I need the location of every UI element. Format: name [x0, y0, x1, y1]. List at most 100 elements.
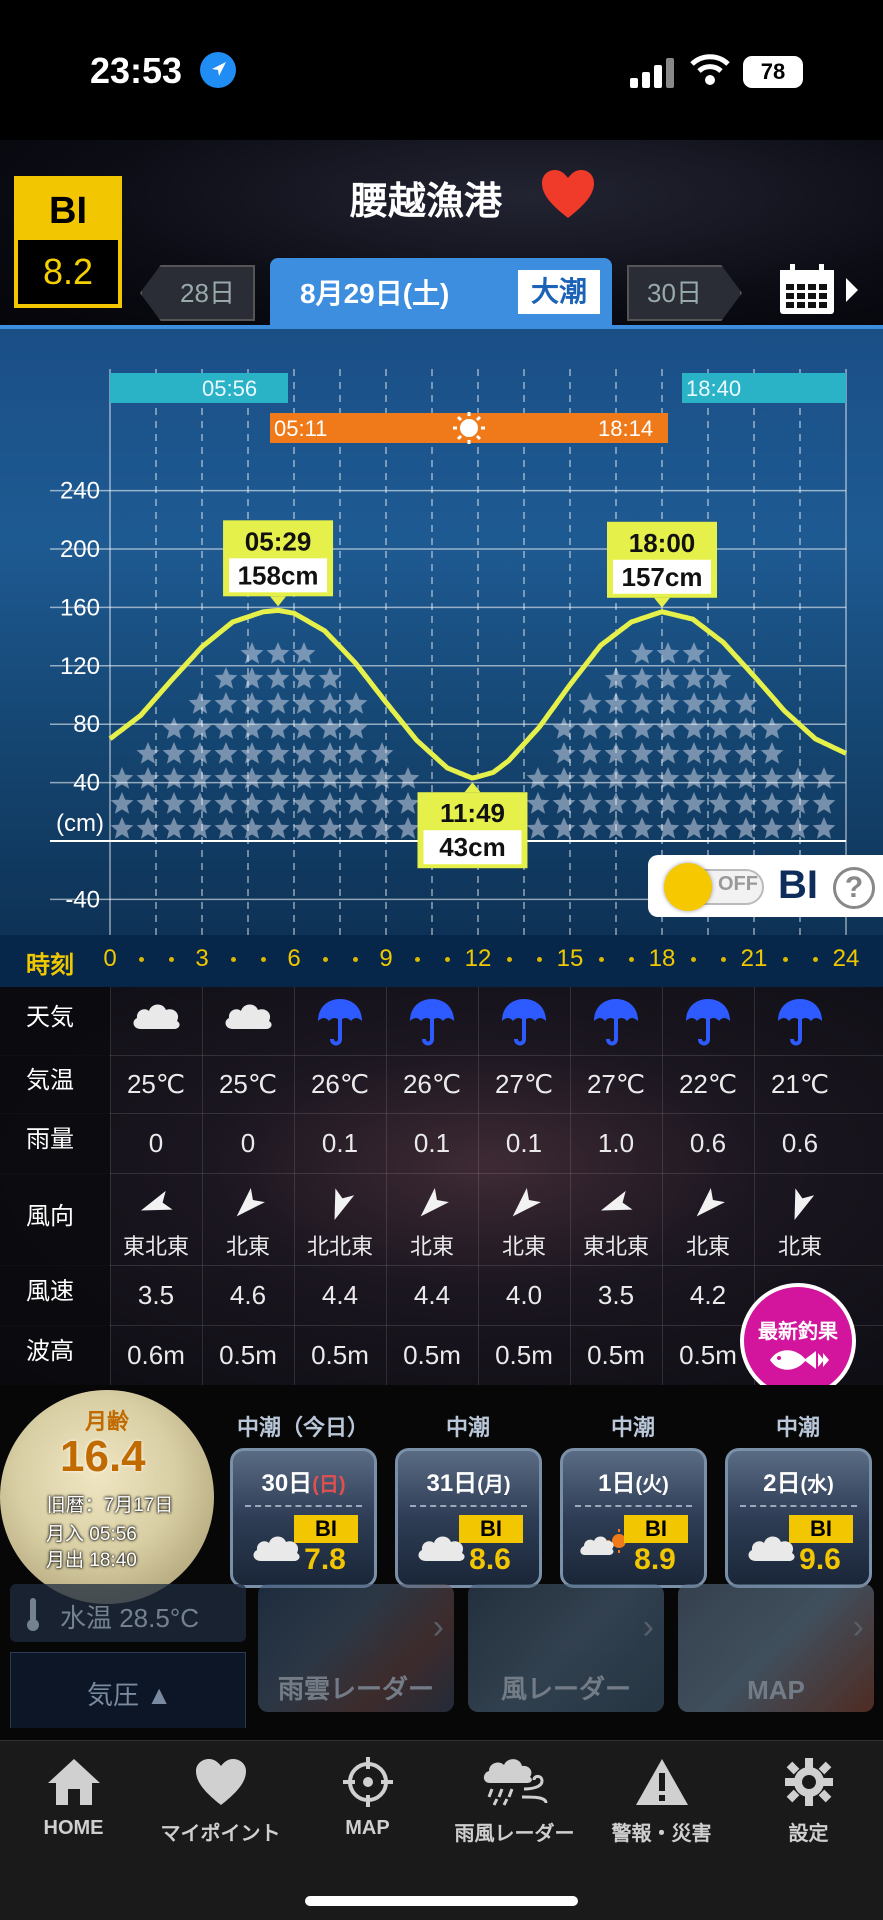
- forecast-weekday: (月): [477, 1474, 511, 1496]
- umbrella-icon: [386, 987, 477, 1055]
- tab-home[interactable]: HOME: [0, 1757, 147, 1840]
- bi-star: [188, 692, 212, 714]
- bi-star: [188, 767, 212, 789]
- bi-star: [240, 792, 264, 814]
- wind-arrow-icon: [140, 1190, 173, 1211]
- hour-tick-dot: [782, 957, 788, 962]
- bi-star: [370, 742, 394, 764]
- bi-star: [656, 817, 680, 839]
- hour-tick-dot: [353, 957, 359, 962]
- bi-star: [318, 792, 342, 814]
- callout-height: 43cm: [439, 832, 506, 862]
- forecast-bi-value: 8.6: [469, 1543, 511, 1576]
- rain-radar-tile[interactable]: › 雨雲レーダー: [258, 1584, 454, 1712]
- bi-star: [344, 792, 368, 814]
- calendar-icon[interactable]: [778, 262, 836, 316]
- toggle-knob[interactable]: [664, 863, 712, 911]
- next-day-button[interactable]: 30日: [627, 265, 742, 321]
- tab-rain-wind[interactable]: 雨風レーダー: [441, 1757, 588, 1846]
- cloud-icon: [202, 987, 293, 1055]
- bi-star: [240, 667, 264, 689]
- help-icon[interactable]: ?: [833, 867, 875, 909]
- latest-catch-button[interactable]: 最新釣果: [740, 1283, 856, 1399]
- bi-toggle[interactable]: OFF BI ?: [648, 855, 883, 917]
- map-tile-label: MAP: [747, 1675, 805, 1705]
- forecast-day-card[interactable]: 1日(火) BI 8.9: [560, 1448, 707, 1588]
- location-arrow-icon: [200, 52, 236, 88]
- bi-star: [682, 667, 706, 689]
- forecast-day-card[interactable]: 2日(水) BI 9.6: [725, 1448, 872, 1588]
- bi-star: [578, 742, 602, 764]
- weather-value-temp: 22℃: [662, 1055, 753, 1113]
- forecast-divider: [740, 1505, 857, 1507]
- forecast-day-card[interactable]: 30日(日) BI 7.8: [230, 1448, 377, 1588]
- moonrise-time: 05:56: [202, 376, 257, 401]
- forecast-bi-value: 8.9: [634, 1543, 676, 1576]
- y-tick-label: 120: [60, 653, 100, 680]
- forecast-weekday: (火): [635, 1474, 669, 1496]
- status-time: 23:53: [90, 50, 183, 91]
- row-label: 風向: [0, 1173, 110, 1265]
- signal-icon: [630, 58, 674, 88]
- bi-star: [630, 742, 654, 764]
- bi-star: [786, 792, 810, 814]
- bi-star: [162, 717, 186, 739]
- rain-wind-icon: [441, 1757, 588, 1807]
- bi-star: [162, 817, 186, 839]
- bi-star: [578, 767, 602, 789]
- callout-height: 158cm: [238, 560, 319, 590]
- tab-gear[interactable]: 設定: [735, 1757, 882, 1846]
- callout-time: 05:29: [245, 526, 312, 556]
- bi-star: [240, 767, 264, 789]
- bi-star: [214, 717, 238, 739]
- bi-star: [656, 692, 680, 714]
- bi-score-badge[interactable]: BI 8.2: [14, 176, 122, 308]
- bi-star: [760, 767, 784, 789]
- forecast-tide-label: 中潮: [610, 1415, 655, 1440]
- tab-warning[interactable]: 警報・災害: [588, 1757, 735, 1846]
- pressure-tab[interactable]: 気圧 ▲: [10, 1652, 246, 1728]
- tab-heart[interactable]: マイポイント: [147, 1757, 294, 1846]
- map-tile[interactable]: › MAP: [678, 1584, 874, 1712]
- gear-icon: [735, 1757, 882, 1807]
- forecast-tide-label: 中潮: [775, 1415, 820, 1440]
- weather-value-rain: 0: [202, 1113, 293, 1173]
- weather-value-wind-speed: 4.4: [386, 1265, 477, 1325]
- water-temp-panel[interactable]: 水温 28.5°C: [10, 1584, 246, 1642]
- bi-star: [786, 767, 810, 789]
- hour-tick-dot: [261, 957, 267, 962]
- bi-star: [630, 717, 654, 739]
- tab-label: 警報・災害: [611, 1823, 712, 1845]
- y-axis-ticks: 240 200 160 120 80 40 -40 (cm): [56, 478, 104, 914]
- wind-radar-tile[interactable]: › 風レーダー: [468, 1584, 664, 1712]
- bi-star: [214, 817, 238, 839]
- prev-day-button[interactable]: 28日: [140, 265, 255, 321]
- water-temp-label: 水温 28.5°C: [60, 1603, 200, 1633]
- tab-label: HOME: [43, 1817, 104, 1839]
- moon-times: 月入 05:56 月出 18:40: [46, 1522, 137, 1574]
- forecast-date: 31日(月): [398, 1463, 539, 1498]
- favorite-heart-icon[interactable]: [540, 168, 596, 220]
- forecast-day-card[interactable]: 31日(月) BI 8.6: [395, 1448, 542, 1588]
- chevron-right-icon[interactable]: [843, 275, 861, 305]
- bi-star: [266, 692, 290, 714]
- bi-star: [266, 792, 290, 814]
- forecast-bi-label: BI: [459, 1515, 523, 1543]
- bi-star: [188, 817, 212, 839]
- bi-star: [214, 742, 238, 764]
- wind-direction-cell: 東北東: [110, 1173, 201, 1265]
- bi-star: [578, 717, 602, 739]
- moonrise-bar: [110, 373, 288, 403]
- bi-star: [682, 692, 706, 714]
- tab-crosshair[interactable]: MAP: [294, 1757, 441, 1840]
- bi-star: [656, 667, 680, 689]
- hour-label: 6: [287, 945, 301, 972]
- bi-star: [526, 817, 550, 839]
- bi-star: [188, 792, 212, 814]
- weather-value-wind-speed: 4.2: [662, 1265, 753, 1325]
- wind-arrow-icon: [420, 1188, 449, 1217]
- home-indicator: [305, 1896, 578, 1906]
- bi-star: [318, 667, 342, 689]
- weather-value-rain: 0.1: [386, 1113, 477, 1173]
- wind-direction-label: 東北東: [122, 1234, 189, 1259]
